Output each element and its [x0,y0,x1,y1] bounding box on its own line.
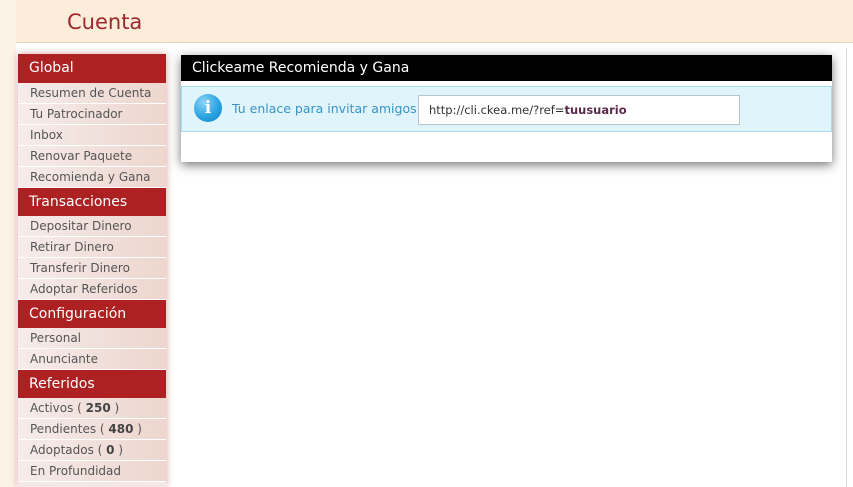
sidebar-item-transferir-dinero[interactable]: Transferir Dinero [18,258,166,279]
sidebar-item-personal[interactable]: Personal [18,328,166,349]
page-left-strip [0,0,16,487]
sidebar-section-referidos: Referidos [18,370,166,398]
sidebar-item-pendientes[interactable]: Pendientes ( 480 ) [18,419,166,440]
sidebar-item-adoptados[interactable]: Adoptados ( 0 ) [18,440,166,461]
referral-panel: Clickeame Recomienda y Gana i Tu enlace … [181,55,832,162]
sidebar-item-inbox[interactable]: Inbox [18,125,166,146]
sidebar-item-label: Activos [30,401,74,415]
referral-count: 480 [108,422,134,436]
sidebar-item-anunciante[interactable]: Anunciante [18,349,166,370]
sidebar-item-adoptar-referidos[interactable]: Adoptar Referidos [18,279,166,300]
sidebar: Global Resumen de Cuenta Tu Patrocinador… [18,54,166,487]
info-box: i Tu enlace para invitar amigos: http://… [181,86,832,132]
sidebar-item-activos[interactable]: Activos ( 250 ) [18,398,166,419]
right-divider [846,48,847,487]
panel-title: Clickeame Recomienda y Gana [181,55,832,81]
sidebar-section-global: Global [18,54,166,83]
sidebar-section-transacciones: Transacciones [18,188,166,216]
sidebar-section-configuracion: Configuración [18,300,166,328]
sidebar-item-tu-patrocinador[interactable]: Tu Patrocinador [18,104,166,125]
referral-link-field[interactable]: http://cli.ckea.me/?ref=tuusuario [418,95,740,125]
sidebar-item-resumen-de-cuenta[interactable]: Resumen de Cuenta [18,83,166,104]
sidebar-item-renovar-paquete[interactable]: Renovar Paquete [18,146,166,167]
referral-link-prefix: http://cli.ckea.me/?ref= [429,103,565,117]
page-header: Cuenta [16,0,853,43]
sidebar-item-en-profundidad[interactable]: En Profundidad [18,461,166,482]
referral-link-username: tuusuario [564,103,627,117]
sidebar-item-label: Pendientes [30,422,97,436]
info-icon: i [194,94,222,122]
sidebar-item-retirar-dinero[interactable]: Retirar Dinero [18,237,166,258]
invite-link-label: Tu enlace para invitar amigos: [232,101,421,116]
referral-count: 0 [106,443,115,457]
sidebar-item-depositar-dinero[interactable]: Depositar Dinero [18,216,166,237]
sidebar-item-label: Adoptados [30,443,94,457]
page-title: Cuenta [67,10,143,34]
referral-count: 250 [85,401,111,415]
sidebar-item-recomienda-y-gana[interactable]: Recomienda y Gana [18,167,166,188]
